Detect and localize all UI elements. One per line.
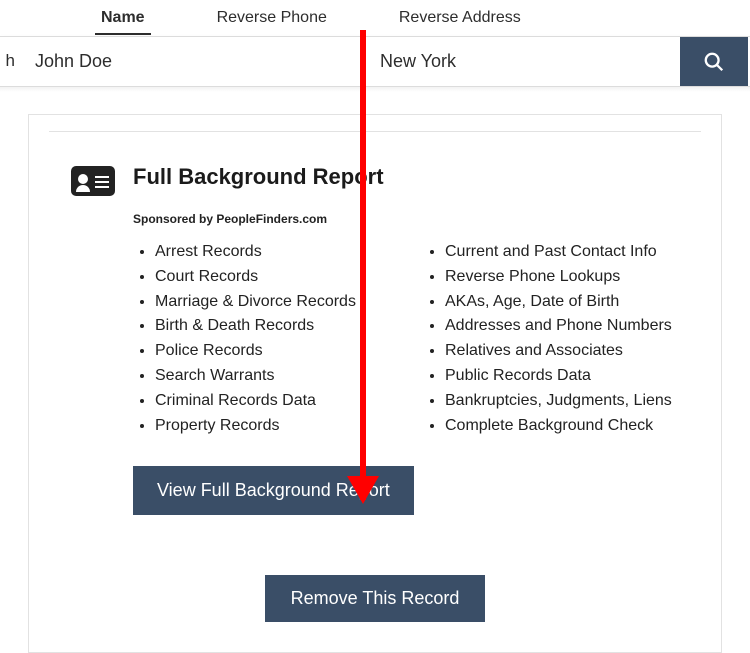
search-bar: h	[0, 36, 750, 87]
list-item: Relatives and Associates	[445, 339, 672, 364]
list-item: Complete Background Check	[445, 414, 672, 439]
id-card-icon	[71, 166, 115, 196]
list-item: Birth & Death Records	[155, 314, 423, 339]
list-item: Reverse Phone Lookups	[445, 265, 672, 290]
search-button[interactable]	[680, 37, 748, 86]
search-tabs: Name Reverse Phone Reverse Address	[0, 0, 750, 36]
name-input[interactable]	[15, 37, 360, 86]
list-item: Court Records	[155, 265, 423, 290]
left-text-fragment: h	[0, 37, 15, 86]
list-item: Search Warrants	[155, 364, 423, 389]
tab-reverse-phone[interactable]: Reverse Phone	[211, 4, 333, 35]
list-item: Marriage & Divorce Records	[155, 290, 423, 315]
search-icon	[703, 51, 725, 73]
list-item: Addresses and Phone Numbers	[445, 314, 672, 339]
list-item: Arrest Records	[155, 240, 423, 265]
list-item: Criminal Records Data	[155, 389, 423, 414]
list-item: Current and Past Contact Info	[445, 240, 672, 265]
tab-name[interactable]: Name	[95, 4, 151, 35]
view-report-button[interactable]: View Full Background Report	[133, 466, 414, 515]
list-item: Property Records	[155, 414, 423, 439]
location-input[interactable]	[360, 37, 680, 86]
list-item: Police Records	[155, 339, 423, 364]
report-list-right: Current and Past Contact Info Reverse Ph…	[423, 240, 672, 438]
list-item: AKAs, Age, Date of Birth	[445, 290, 672, 315]
list-item: Bankruptcies, Judgments, Liens	[445, 389, 672, 414]
sponsored-text: Sponsored by PeopleFinders.com	[133, 212, 672, 226]
report-card: Full Background Report Sponsored by Peop…	[28, 114, 722, 653]
report-title: Full Background Report	[133, 164, 672, 190]
report-list-left: Arrest Records Court Records Marriage & …	[133, 240, 423, 438]
remove-record-button[interactable]: Remove This Record	[265, 575, 486, 622]
tab-reverse-address[interactable]: Reverse Address	[393, 4, 527, 35]
list-item: Public Records Data	[445, 364, 672, 389]
